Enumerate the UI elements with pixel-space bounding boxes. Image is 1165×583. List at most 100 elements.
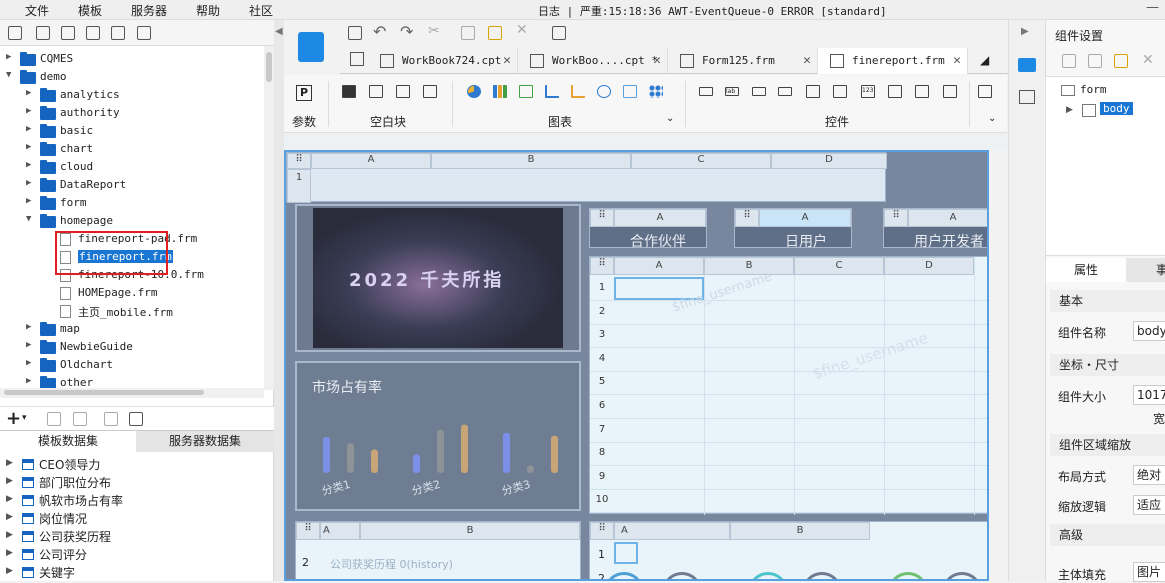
close-icon[interactable]: ✕	[503, 48, 511, 74]
market-share-card[interactable]: 市场占有率 分类1 分类2 分类3	[295, 361, 581, 511]
tab-layout-icon[interactable]	[396, 85, 410, 98]
column-chart-icon[interactable]	[519, 85, 533, 98]
tree-folder[interactable]: ▶ map	[0, 320, 262, 338]
expand-right-icon[interactable]: ▶	[1021, 26, 1029, 37]
collapsed-arrow-icon[interactable]: ▶	[26, 160, 31, 170]
tree-vertical-scrollbar[interactable]	[264, 46, 274, 390]
col-header-a[interactable]: A	[320, 522, 360, 540]
tab-template-dataset[interactable]: 模板数据集	[0, 431, 136, 452]
menu-server[interactable]: 服务器	[131, 2, 167, 19]
edit-icon[interactable]	[47, 412, 61, 426]
tree-folder[interactable]: ▼ homepage	[0, 212, 262, 230]
dataset-item[interactable]: ▶ 公司评分	[0, 545, 274, 563]
cut-icon[interactable]: ✂	[428, 23, 440, 39]
tab-attributes[interactable]: 属性	[1046, 258, 1126, 282]
copy-toolbar-icon[interactable]	[461, 26, 475, 40]
col-header-b[interactable]: B	[730, 522, 870, 540]
col-header-b[interactable]: B	[431, 153, 631, 169]
design-canvas[interactable]: ⠿ A B C D 1 2022 千夫所指 市场占有率 分类1 分类2 分类3 ⠿ …	[284, 150, 989, 581]
collapsed-arrow-icon[interactable]: ▶	[26, 124, 31, 134]
collapsed-arrow-icon[interactable]: ▶	[26, 376, 31, 386]
collapsed-arrow-icon[interactable]: ▶	[6, 476, 13, 486]
add-dataset-icon[interactable]: +	[6, 408, 21, 429]
table-control-icon[interactable]	[833, 85, 847, 98]
template-tab[interactable]: Form125.frm ✕	[668, 48, 818, 74]
textarea-control-icon[interactable]	[888, 85, 902, 98]
row-header-1[interactable]: 1	[598, 548, 605, 561]
date-control-icon[interactable]	[806, 85, 820, 98]
row-header[interactable]: 2	[590, 306, 614, 317]
close-icon[interactable]: ✕	[653, 48, 661, 74]
param-icon[interactable]: P	[296, 85, 312, 101]
close-icon[interactable]: ✕	[803, 48, 811, 74]
tree-folder[interactable]: ▶ CQMES	[0, 50, 262, 68]
template-tab[interactable]: finereport.frm ✕	[818, 48, 968, 74]
menu-template[interactable]: 模板	[78, 2, 102, 19]
collapsed-arrow-icon[interactable]: ▶	[6, 566, 13, 576]
collapsed-arrow-icon[interactable]: ▶	[26, 340, 31, 350]
collapsed-arrow-icon[interactable]: ▶	[6, 52, 11, 62]
minimize-icon[interactable]: —	[1146, 0, 1159, 15]
col-header-a[interactable]: A	[759, 209, 851, 227]
area-chart-icon[interactable]	[571, 85, 585, 98]
collapsed-arrow-icon[interactable]: ▶	[6, 548, 13, 558]
chevron-down-icon[interactable]: ▾	[22, 413, 27, 423]
award-history-cell[interactable]: 公司获奖历程 0(history)	[330, 556, 453, 572]
list-control-icon[interactable]	[943, 85, 957, 98]
corner-cell[interactable]: ⠿	[590, 257, 614, 275]
more-tabs-icon[interactable]: ◢	[980, 53, 989, 67]
tree-body[interactable]: body	[1100, 102, 1133, 115]
col-header[interactable]: C	[794, 257, 884, 275]
tree-folder[interactable]: ▶ form	[0, 194, 262, 212]
gauge-chart-icon[interactable]	[597, 85, 611, 98]
save-icon[interactable]	[61, 26, 75, 40]
col-header-b[interactable]: B	[360, 522, 580, 540]
row-header[interactable]: 1	[590, 282, 614, 293]
row-header[interactable]: 4	[590, 353, 614, 364]
delete-component-icon[interactable]: ✕	[1142, 52, 1154, 68]
main-spreadsheet[interactable]: ⠿ $fine_username $fine_username ABCD1234…	[589, 256, 987, 515]
tree-folder[interactable]: ▶ authority	[0, 104, 262, 122]
tree-folder[interactable]: ▶ Oldchart	[0, 356, 262, 374]
server-dataset-icon[interactable]	[129, 412, 143, 426]
collapse-left-icon[interactable]: ◀	[275, 26, 283, 37]
widget-library-icon[interactable]	[1019, 90, 1035, 104]
col-header[interactable]: A	[614, 257, 704, 275]
tree-folder[interactable]: ▼ demo	[0, 68, 262, 86]
delete-dataset-icon[interactable]	[73, 412, 87, 426]
gauge-sheet[interactable]: ⠿ A B 1 2	[589, 521, 987, 579]
scatter-chart-icon[interactable]	[649, 85, 663, 98]
grid-layout-icon[interactable]	[423, 85, 437, 98]
new-folder-icon[interactable]	[8, 26, 22, 40]
settings-icon[interactable]	[86, 26, 100, 40]
row-header[interactable]: 9	[590, 471, 614, 482]
pie-chart-icon[interactable]	[467, 85, 481, 98]
log-status[interactable]: 日志 | 严重:15:18:36 AWT-EventQueue-0 ERROR …	[538, 3, 887, 19]
col-header[interactable]: B	[704, 257, 794, 275]
checkbox-control-icon[interactable]	[915, 85, 929, 98]
text-control-icon[interactable]	[752, 87, 766, 96]
tree-horizontal-scrollbar[interactable]	[0, 388, 264, 398]
collapsed-arrow-icon[interactable]: ▶	[6, 512, 13, 522]
tree-folder[interactable]: ▶ analytics	[0, 86, 262, 104]
tree-folder[interactable]: ▶ cloud	[0, 158, 262, 176]
col-header-a[interactable]: A	[614, 522, 730, 540]
col-header[interactable]: D	[884, 257, 974, 275]
combo-control-icon[interactable]	[778, 87, 792, 96]
col-header-d[interactable]: D	[771, 153, 887, 169]
col-header-a[interactable]: A	[311, 153, 431, 169]
tree-folder[interactable]: ▶ chart	[0, 140, 262, 158]
component-settings-icon[interactable]	[1018, 58, 1036, 72]
form-designer-icon[interactable]	[298, 32, 324, 62]
award-sheet[interactable]: ⠿ A B 2 公司获奖历程 0(history)	[295, 521, 581, 579]
control-chevron-down-icon[interactable]: ⌄	[988, 113, 996, 124]
undo-icon[interactable]: ↶	[373, 22, 386, 41]
col-header-c[interactable]: C	[631, 153, 771, 169]
copy-component-icon[interactable]	[1088, 54, 1102, 68]
menu-community[interactable]: 社区	[249, 2, 273, 19]
paste-component-icon[interactable]	[1114, 54, 1128, 68]
tabs-grid-icon[interactable]	[350, 52, 364, 66]
fill-select[interactable]: 图片	[1133, 562, 1165, 582]
tree-file[interactable]: HOMEpage.frm	[0, 284, 262, 302]
menu-file[interactable]: 文件	[25, 2, 49, 19]
